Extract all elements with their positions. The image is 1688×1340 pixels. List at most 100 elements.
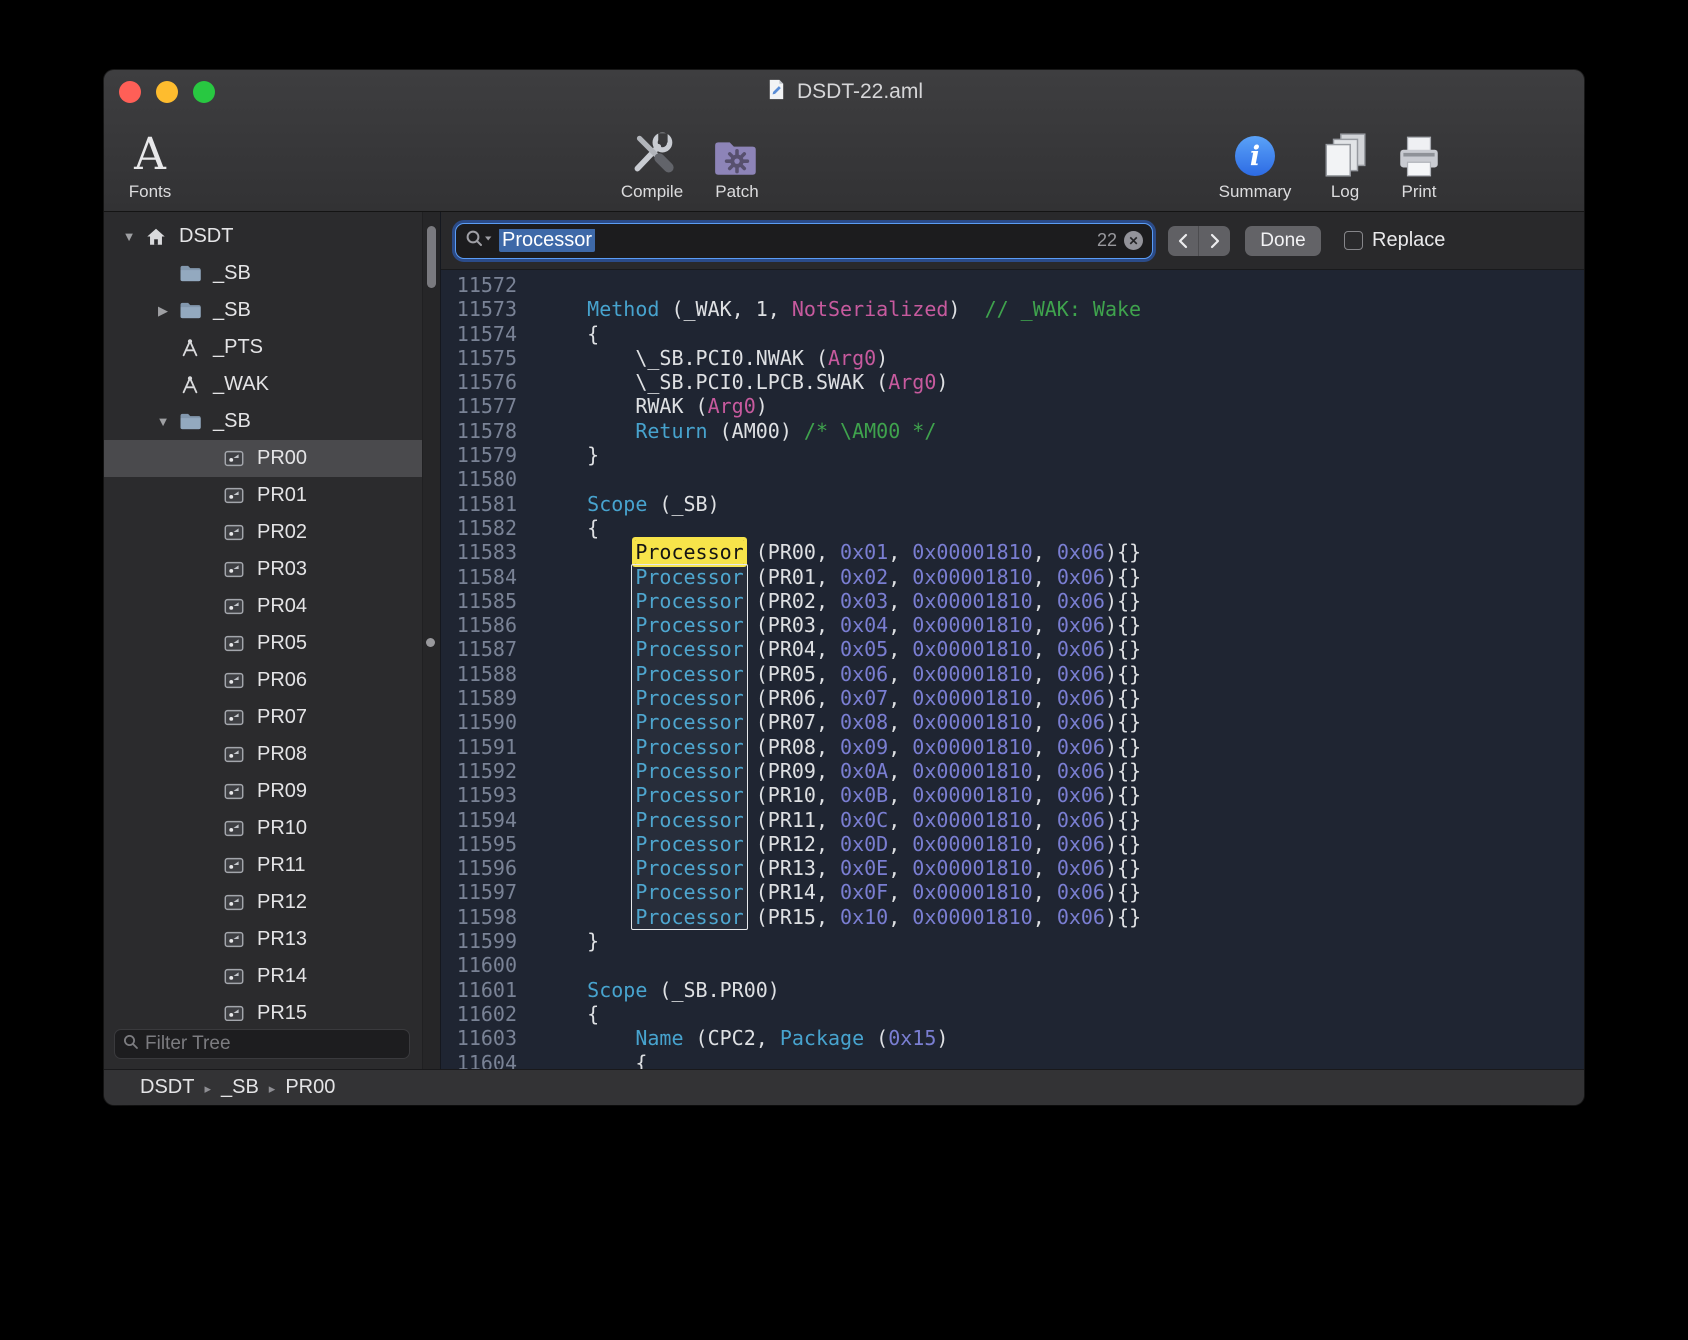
- code-line: 11593 Processor (PR10, 0x0B, 0x00001810,…: [441, 783, 1584, 807]
- code-line: 11601 Scope (_SB.PR00): [441, 978, 1584, 1002]
- replace-checkbox[interactable]: [1344, 231, 1363, 250]
- filter-tree-input[interactable]: [145, 1033, 401, 1055]
- scrollbar-thumb[interactable]: [427, 226, 436, 288]
- code-text: Processor (PR03, 0x04, 0x00001810, 0x06)…: [531, 613, 1141, 637]
- sidebar-item-pr12[interactable]: PR12: [104, 884, 422, 921]
- sidebar-item-label: PR09: [257, 780, 307, 803]
- line-number: 11586: [441, 613, 531, 637]
- code-line: 11587 Processor (PR04, 0x05, 0x00001810,…: [441, 637, 1584, 661]
- sidebar-item-pr15[interactable]: PR15: [104, 995, 422, 1021]
- line-number: 11587: [441, 637, 531, 661]
- find-previous-button[interactable]: [1168, 226, 1199, 256]
- sidebar-item-label: _PTS: [213, 336, 263, 359]
- toolbar: A Fonts Compile: [104, 114, 1584, 211]
- fonts-icon: A: [134, 123, 166, 179]
- done-button[interactable]: Done: [1245, 226, 1321, 256]
- folder-icon: [178, 262, 202, 286]
- breadcrumb-item[interactable]: _SB: [221, 1076, 259, 1099]
- line-number: 11601: [441, 978, 531, 1002]
- sidebar-item-pr02[interactable]: PR02: [104, 514, 422, 551]
- print-button[interactable]: Print: [1373, 114, 1465, 206]
- line-number: 11598: [441, 905, 531, 929]
- code-text: {: [531, 1002, 599, 1026]
- sidebar-item-pr04[interactable]: PR04: [104, 588, 422, 625]
- line-number: 11591: [441, 735, 531, 759]
- code-line: 11577 RWAK (Arg0): [441, 394, 1584, 418]
- find-next-button[interactable]: [1199, 226, 1230, 256]
- sidebar-item-_sb[interactable]: ▶ _SB: [104, 292, 422, 329]
- code-area[interactable]: 1157211573 Method (_WAK, 1, NotSerialize…: [441, 270, 1584, 1069]
- code-text: {: [531, 516, 599, 540]
- close-button[interactable]: [119, 81, 141, 103]
- sidebar-item-pr13[interactable]: PR13: [104, 921, 422, 958]
- zoom-button[interactable]: [193, 81, 215, 103]
- sidebar-item-pr09[interactable]: PR09: [104, 773, 422, 810]
- code-line: 11576 \_SB.PCI0.LPCB.SWAK (Arg0): [441, 370, 1584, 394]
- breadcrumb-item[interactable]: PR00: [285, 1076, 335, 1099]
- toolbar-item-label: Fonts: [129, 182, 172, 202]
- find-match: Processor: [635, 613, 743, 637]
- find-match: Processor: [635, 565, 743, 589]
- line-number: 11597: [441, 880, 531, 904]
- sidebar-item-label: DSDT: [179, 225, 233, 248]
- find-match: Processor: [635, 808, 743, 832]
- code-line: 11589 Processor (PR06, 0x07, 0x00001810,…: [441, 686, 1584, 710]
- line-number: 11584: [441, 565, 531, 589]
- code-text: Processor (PR09, 0x0A, 0x00001810, 0x06)…: [531, 759, 1141, 783]
- sidebar-item-pr00[interactable]: PR00: [104, 440, 422, 477]
- sidebar-scrollbar[interactable]: [422, 212, 440, 1069]
- disclosure-down-icon[interactable]: ▼: [148, 414, 178, 429]
- titlebar[interactable]: DSDT-22.aml: [104, 70, 1584, 114]
- processor-icon: [222, 854, 246, 878]
- sidebar-item-_wak[interactable]: _WAK: [104, 366, 422, 403]
- search-options-icon[interactable]: [465, 229, 492, 252]
- sidebar-item-label: _WAK: [213, 373, 269, 396]
- summary-button[interactable]: i Summary: [1209, 114, 1301, 206]
- compile-button[interactable]: Compile: [606, 114, 698, 206]
- sidebar-item-pr06[interactable]: PR06: [104, 662, 422, 699]
- sidebar-item-_sb[interactable]: ▼_SB: [104, 403, 422, 440]
- code-line: 11590 Processor (PR07, 0x08, 0x00001810,…: [441, 710, 1584, 734]
- clear-search-button[interactable]: ✕: [1124, 231, 1143, 250]
- filter-tree-field[interactable]: [114, 1029, 410, 1059]
- find-query: Processor: [499, 229, 1090, 252]
- sidebar-item-label: _SB: [213, 262, 251, 285]
- fonts-button[interactable]: A Fonts: [104, 114, 196, 206]
- sidebar-item-pr14[interactable]: PR14: [104, 958, 422, 995]
- breadcrumb-separator-icon: ▸: [269, 1079, 276, 1097]
- breadcrumb-item[interactable]: DSDT: [140, 1076, 194, 1099]
- code-line: 11604 {: [441, 1051, 1584, 1070]
- sidebar-item-pr10[interactable]: PR10: [104, 810, 422, 847]
- minimize-button[interactable]: [156, 81, 178, 103]
- sidebar-item-pr05[interactable]: PR05: [104, 625, 422, 662]
- find-match: Processor: [635, 735, 743, 759]
- sidebar-item-label: _SB: [213, 299, 251, 322]
- code-text: \_SB.PCI0.LPCB.SWAK (Arg0): [531, 370, 948, 394]
- line-number: 11588: [441, 662, 531, 686]
- patch-button[interactable]: Patch: [691, 114, 783, 206]
- line-number: 11581: [441, 492, 531, 516]
- processor-icon: [222, 447, 246, 471]
- disclosure-right-icon[interactable]: ▶: [148, 303, 178, 319]
- sidebar-item-pr07[interactable]: PR07: [104, 699, 422, 736]
- sidebar-item-pr11[interactable]: PR11: [104, 847, 422, 884]
- sidebar-item-pr01[interactable]: PR01: [104, 477, 422, 514]
- sidebar-item-pr08[interactable]: PR08: [104, 736, 422, 773]
- sidebar-item-pr03[interactable]: PR03: [104, 551, 422, 588]
- sidebar-item-_pts[interactable]: _PTS: [104, 329, 422, 366]
- disclosure-down-icon[interactable]: ▼: [114, 229, 144, 244]
- code-line: 11595 Processor (PR12, 0x0D, 0x00001810,…: [441, 832, 1584, 856]
- sidebar-item-label: PR13: [257, 928, 307, 951]
- splitter-handle[interactable]: [426, 638, 435, 647]
- sidebar-item-dsdt[interactable]: ▼ DSDT: [104, 218, 422, 255]
- line-number: 11603: [441, 1026, 531, 1050]
- processor-icon: [222, 558, 246, 582]
- title-wrap: DSDT-22.aml: [765, 78, 923, 106]
- code-text: [531, 273, 539, 297]
- find-input[interactable]: Processor 22 ✕: [455, 223, 1153, 259]
- line-number: 11572: [441, 273, 531, 297]
- sidebar-item-_sb[interactable]: _SB: [104, 255, 422, 292]
- sidebar-item-label: PR10: [257, 817, 307, 840]
- editor-pane: Processor 22 ✕ Done: [440, 212, 1584, 1069]
- sidebar-item-label: PR07: [257, 706, 307, 729]
